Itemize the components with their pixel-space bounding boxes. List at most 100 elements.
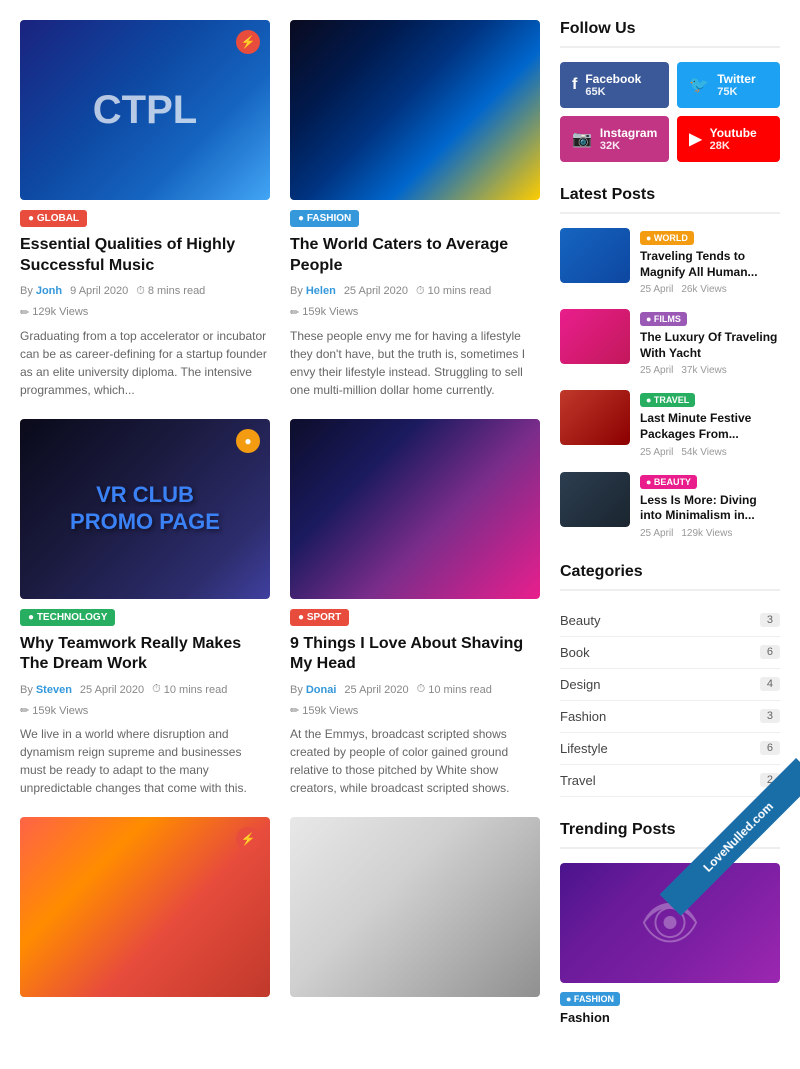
category-design[interactable]: Design 4: [560, 669, 780, 701]
latest-post-meta-1: 25 April 26k Views: [640, 284, 780, 295]
badge-1: ⚡: [236, 30, 260, 54]
latest-post-info-4: ● BEAUTY Less Is More: Diving into Minim…: [640, 472, 780, 539]
article-meta-2: By Helen 25 April 2020 ⏱ 10 mins read ✏ …: [290, 285, 540, 319]
category-book-count: 6: [760, 645, 780, 659]
article-image-6[interactable]: [290, 817, 540, 997]
category-tag-2[interactable]: ● FASHION: [290, 210, 359, 227]
twitter-button[interactable]: 🐦 Twitter 75K: [677, 62, 780, 108]
latest-post-img-2: [560, 309, 630, 364]
article-title-4[interactable]: 9 Things I Love About Shaving My Head: [290, 634, 540, 676]
article-card-4: ● SPORT 9 Things I Love About Shaving My…: [290, 419, 540, 798]
latest-post-4[interactable]: ● BEAUTY Less Is More: Diving into Minim…: [560, 472, 780, 539]
instagram-icon: 📷: [572, 129, 592, 149]
article-image-3[interactable]: VR CLUBPROMO PAGE ●: [20, 419, 270, 599]
latest-post-meta-3: 25 April 54k Views: [640, 447, 780, 458]
category-tag-3[interactable]: ● TECHNOLOGY: [20, 609, 115, 626]
facebook-info: Facebook 65K: [585, 72, 641, 98]
latest-post-img-3: [560, 390, 630, 445]
latest-post-2[interactable]: ● FILMS The Luxury Of Traveling With Yac…: [560, 309, 780, 376]
author-1[interactable]: Jonh: [36, 285, 62, 297]
fashion-category-tag: ● FASHION: [560, 992, 620, 1006]
facebook-icon: f: [572, 76, 577, 94]
categories-title: Categories: [560, 563, 780, 591]
page-wrapper: CTPL ⚡ ● GLOBAL Essential Qualities of H…: [0, 0, 800, 1069]
article-excerpt-3: We live in a world where disruption and …: [20, 725, 270, 797]
article-excerpt-2: These people envy me for having a lifest…: [290, 327, 540, 399]
youtube-icon: ▶: [689, 129, 701, 149]
article-title-1[interactable]: Essential Qualities of Highly Successful…: [20, 235, 270, 277]
articles-grid: CTPL ⚡ ● GLOBAL Essential Qualities of H…: [20, 20, 540, 997]
latest-post-title-2: The Luxury Of Traveling With Yacht: [640, 330, 780, 361]
category-book[interactable]: Book 6: [560, 637, 780, 669]
content-area: CTPL ⚡ ● GLOBAL Essential Qualities of H…: [20, 20, 540, 1049]
youtube-count: 28K: [710, 140, 757, 152]
category-travel[interactable]: Travel 2: [560, 765, 780, 797]
article-image-4[interactable]: [290, 419, 540, 599]
facebook-button[interactable]: f Facebook 65K: [560, 62, 669, 108]
badge-5: ⚡: [236, 827, 260, 851]
category-fashion[interactable]: Fashion 3: [560, 701, 780, 733]
badge-3: ●: [236, 429, 260, 453]
youtube-button[interactable]: ▶ Youtube 28K: [677, 116, 780, 162]
latest-post-img-4: [560, 472, 630, 527]
follow-us-section: Follow Us f Facebook 65K 🐦 Twitter 75K: [560, 20, 780, 162]
instagram-label: Instagram: [600, 126, 657, 140]
category-tag-1[interactable]: ● GLOBAL: [20, 210, 87, 227]
article-image-5[interactable]: ⚡: [20, 817, 270, 997]
latest-post-info-2: ● FILMS The Luxury Of Traveling With Yac…: [640, 309, 780, 376]
latest-post-title-4: Less Is More: Diving into Minimalism in.…: [640, 493, 780, 524]
article-card-1: CTPL ⚡ ● GLOBAL Essential Qualities of H…: [20, 20, 270, 399]
latest-post-1[interactable]: ● WORLD Traveling Tends to Magnify All H…: [560, 228, 780, 295]
instagram-count: 32K: [600, 140, 657, 152]
article-card-2: ● FASHION The World Caters to Average Pe…: [290, 20, 540, 399]
category-beauty-count: 3: [760, 613, 780, 627]
category-tag-4[interactable]: ● SPORT: [290, 609, 349, 626]
category-book-label: Book: [560, 645, 590, 660]
latest-post-tag-4: ● BEAUTY: [640, 475, 697, 489]
trending-section: Trending Posts 👁 ● FASHION Fashion: [560, 821, 780, 1025]
latest-post-img-1: [560, 228, 630, 283]
category-beauty[interactable]: Beauty 3: [560, 605, 780, 637]
latest-post-meta-4: 25 April 129k Views: [640, 528, 780, 539]
fashion-tag-label: ● FASHION: [560, 991, 780, 1006]
article-title-2[interactable]: The World Caters to Average People: [290, 235, 540, 277]
category-lifestyle[interactable]: Lifestyle 6: [560, 733, 780, 765]
youtube-info: Youtube 28K: [710, 126, 757, 152]
twitter-label: Twitter: [717, 72, 755, 86]
category-lifestyle-count: 6: [760, 741, 780, 755]
latest-post-3[interactable]: ● TRAVEL Last Minute Festive Packages Fr…: [560, 390, 780, 457]
instagram-button[interactable]: 📷 Instagram 32K: [560, 116, 669, 162]
article-excerpt-1: Graduating from a top accelerator or inc…: [20, 327, 270, 399]
category-fashion-label: Fashion: [560, 709, 606, 724]
category-design-count: 4: [760, 677, 780, 691]
latest-post-tag-2: ● FILMS: [640, 312, 687, 326]
trending-fashion-label: Fashion: [560, 1010, 780, 1025]
article-card-6: [290, 817, 540, 997]
article-meta-4: By Donai 25 April 2020 ⏱ 10 mins read ✏ …: [290, 683, 540, 717]
latest-post-meta-2: 25 April 37k Views: [640, 365, 780, 376]
trending-image[interactable]: 👁: [560, 863, 780, 983]
article-title-3[interactable]: Why Teamwork Really Makes The Dream Work: [20, 634, 270, 676]
twitter-info: Twitter 75K: [717, 72, 755, 98]
article-image-1[interactable]: CTPL ⚡: [20, 20, 270, 200]
author-4[interactable]: Donai: [306, 684, 337, 696]
article-meta-3: By Steven 25 April 2020 ⏱ 10 mins read ✏…: [20, 683, 270, 717]
article-meta-1: By Jonh 9 April 2020 ⏱ 8 mins read ✏ 129…: [20, 285, 270, 319]
author-3[interactable]: Steven: [36, 684, 72, 696]
latest-post-tag-3: ● TRAVEL: [640, 393, 695, 407]
latest-post-info-1: ● WORLD Traveling Tends to Magnify All H…: [640, 228, 780, 295]
article-image-2[interactable]: [290, 20, 540, 200]
latest-post-tag-1: ● WORLD: [640, 231, 694, 245]
twitter-count: 75K: [717, 86, 755, 98]
facebook-label: Facebook: [585, 72, 641, 86]
category-travel-label: Travel: [560, 773, 596, 788]
author-2[interactable]: Helen: [306, 285, 336, 297]
article-card-5: ⚡: [20, 817, 270, 997]
latest-post-title-3: Last Minute Festive Packages From...: [640, 411, 780, 442]
latest-posts-section: Latest Posts ● WORLD Traveling Tends to …: [560, 186, 780, 539]
instagram-info: Instagram 32K: [600, 126, 657, 152]
follow-us-title: Follow Us: [560, 20, 780, 48]
latest-post-title-1: Traveling Tends to Magnify All Human...: [640, 249, 780, 280]
article-excerpt-4: At the Emmys, broadcast scripted shows c…: [290, 725, 540, 797]
latest-posts-title: Latest Posts: [560, 186, 780, 214]
